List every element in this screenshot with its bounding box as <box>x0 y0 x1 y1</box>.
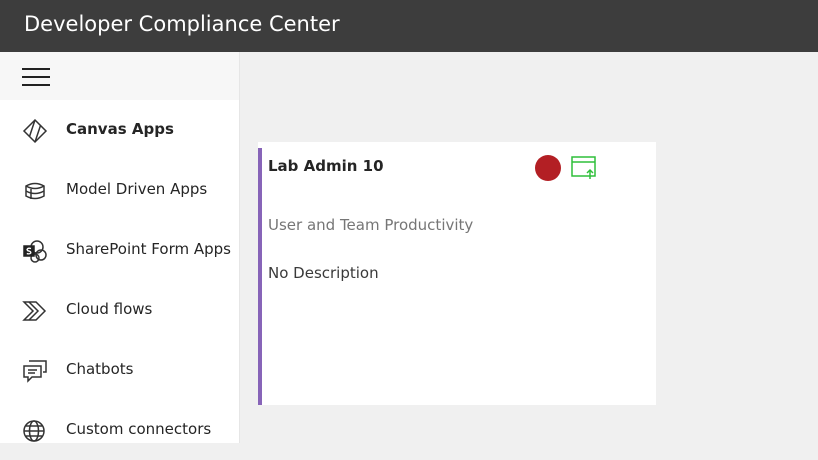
sidebar-item-label: Model Driven Apps <box>66 180 208 198</box>
sidebar-item-cloud-flows[interactable]: Cloud flows <box>0 280 239 340</box>
sidebar-item-sharepoint-form-apps[interactable]: SharePoint Form Apps <box>0 220 239 280</box>
app-card[interactable]: Lab Admin 10 User and Team Productivity … <box>258 142 656 405</box>
sidebar-item-canvas-apps[interactable]: Canvas Apps <box>0 100 239 160</box>
sidebar: Canvas Apps Model Driven Apps SharePoint… <box>0 52 240 443</box>
model-driven-apps-icon <box>22 178 48 204</box>
canvas-apps-icon <box>22 118 48 144</box>
sidebar-item-label: SharePoint Form Apps <box>66 240 231 258</box>
hamburger-menu-icon[interactable] <box>22 68 50 86</box>
app-title: Developer Compliance Center <box>24 12 340 36</box>
sidebar-item-label: Chatbots <box>66 360 134 378</box>
card-description: No Description <box>268 264 379 282</box>
card-category: User and Team Productivity <box>268 216 474 234</box>
sidebar-item-label: Cloud flows <box>66 300 153 318</box>
chatbots-icon <box>22 358 48 384</box>
sidebar-item-chatbots[interactable]: Chatbots <box>0 340 239 400</box>
top-bar: Developer Compliance Center <box>0 0 818 52</box>
card-title: Lab Admin 10 <box>268 157 384 175</box>
sidebar-header <box>0 52 239 100</box>
globe-icon <box>22 418 48 444</box>
publish-window-icon[interactable] <box>570 155 598 181</box>
sidebar-item-label: Canvas Apps <box>66 120 174 138</box>
sharepoint-icon <box>22 238 48 264</box>
sidebar-item-label: Custom connectors <box>66 420 212 438</box>
sidebar-item-custom-connectors[interactable]: Custom connectors <box>0 400 239 460</box>
cloud-flows-icon <box>22 298 48 324</box>
sidebar-item-model-driven-apps[interactable]: Model Driven Apps <box>0 160 239 220</box>
status-dot-icon <box>535 155 561 181</box>
card-accent-bar <box>258 148 262 405</box>
